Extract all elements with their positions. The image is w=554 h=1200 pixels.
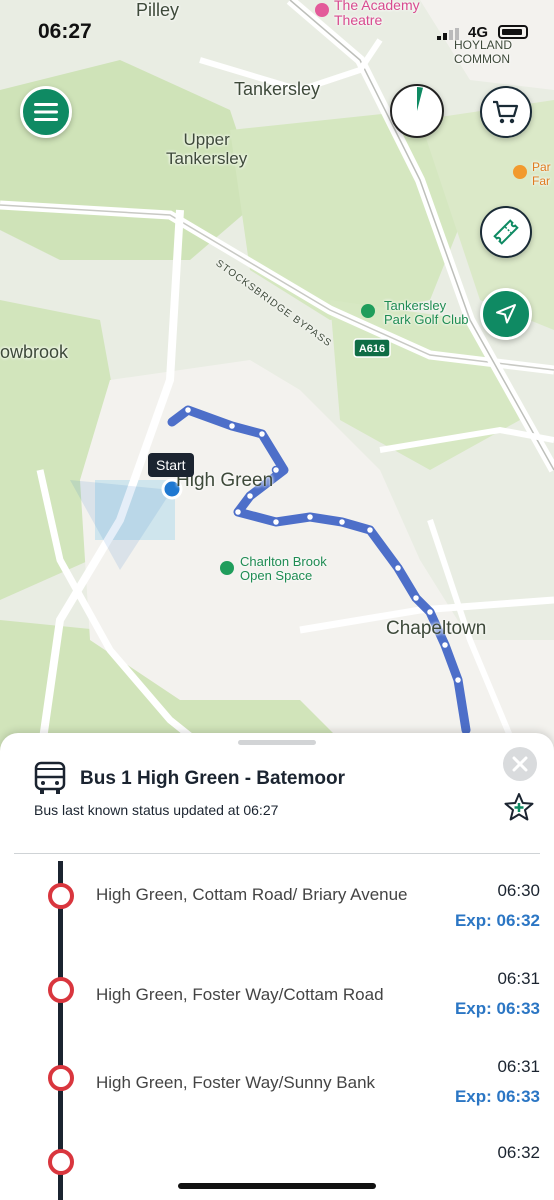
golf-pin-icon xyxy=(361,304,375,318)
signal-icon xyxy=(437,28,459,40)
map-label-park: Par Far xyxy=(532,160,551,188)
basket-button[interactable] xyxy=(480,86,532,138)
hamburger-icon xyxy=(34,103,58,121)
sheet-grabber-handle[interactable] xyxy=(238,740,316,745)
map-label-charlton: Charlton Brook Open Space xyxy=(240,554,327,583)
route-status-text: Bus last known status updated at 06:27 xyxy=(34,802,279,818)
stop-expected-time: Exp: 06:33 xyxy=(454,999,540,1018)
stop-scheduled-time: 06:30 xyxy=(497,881,540,900)
ticket-icon xyxy=(493,219,519,245)
tickets-button[interactable] xyxy=(480,206,532,258)
stop-marker-icon xyxy=(48,1065,74,1091)
park-pin-icon xyxy=(220,561,234,575)
sheet-divider xyxy=(14,853,540,854)
locate-button[interactable] xyxy=(480,288,532,340)
stop-name: High Green, Foster Way/Sunny Bank xyxy=(96,1073,376,1092)
food-pin-icon xyxy=(513,165,527,179)
status-time: 06:27 xyxy=(38,20,92,43)
map-label-chapeltown: Chapeltown xyxy=(386,618,487,639)
close-button[interactable] xyxy=(503,747,537,781)
status-bar: 06:27 4G xyxy=(0,0,554,66)
pie-timer-icon xyxy=(417,87,423,111)
stop-marker-icon xyxy=(48,1149,74,1175)
countdown-timer-indicator xyxy=(390,84,444,138)
start-tooltip: Start xyxy=(148,453,194,477)
stop-marker-icon xyxy=(48,977,74,1003)
bus-icon xyxy=(34,761,66,794)
menu-button[interactable] xyxy=(20,86,72,138)
route-title: Bus 1 High Green - Batemoor xyxy=(80,768,345,789)
cart-icon xyxy=(493,100,519,124)
home-indicator[interactable] xyxy=(178,1183,376,1189)
star-plus-icon xyxy=(504,793,534,821)
location-arrow-icon xyxy=(496,304,516,324)
close-icon xyxy=(512,756,528,772)
stop-name: High Green, Cottam Road/ Briary Avenue xyxy=(96,885,408,904)
route-details-sheet[interactable]: Bus 1 High Green - Batemoor Bus last kno… xyxy=(0,733,554,1200)
network-type: 4G xyxy=(468,24,489,41)
stop-expected-time: Exp: 06:33 xyxy=(454,1087,540,1106)
battery-icon xyxy=(498,25,528,39)
map-label-upper-tankersley: Upper Tankersley xyxy=(166,130,248,168)
stop-scheduled-time: 06:31 xyxy=(497,1057,540,1076)
stop-scheduled-time: 06:32 xyxy=(497,1143,540,1162)
stop-name: High Green, Foster Way/Cottam Road xyxy=(96,985,384,1004)
road-shield-label: A616 xyxy=(359,343,385,355)
stop-scheduled-time: 06:31 xyxy=(497,969,540,988)
stop-marker-icon xyxy=(48,883,74,909)
map-view[interactable]: A616 xyxy=(0,0,554,760)
map-label-owbrook: owbrook xyxy=(0,342,69,362)
stop-expected-time: Exp: 06:32 xyxy=(454,911,540,930)
map-label-tankersley: Tankersley xyxy=(234,79,321,99)
favourite-button[interactable] xyxy=(502,791,536,825)
map-label-golf: Tankersley Park Golf Club xyxy=(384,298,469,327)
